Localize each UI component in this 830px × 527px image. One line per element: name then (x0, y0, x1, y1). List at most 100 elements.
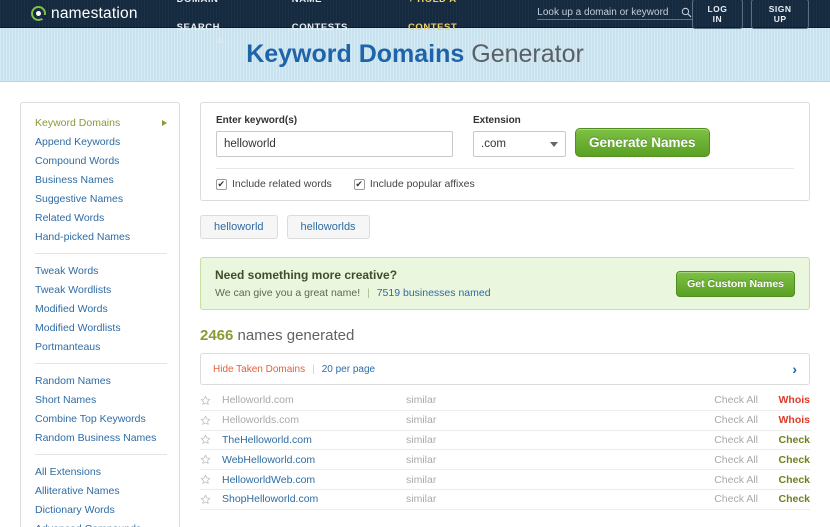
sidebar-item-append-keywords[interactable]: Append Keywords (21, 132, 179, 151)
sidebar-item-label: Modified Words (35, 302, 108, 315)
header-search-input[interactable]: Look up a domain or keyword (537, 7, 668, 18)
sidebar-item-combine-top-keywords[interactable]: Combine Top Keywords (21, 409, 179, 428)
sidebar-item-tweak-wordlists[interactable]: Tweak Wordlists (21, 280, 179, 299)
signup-button[interactable]: SIGN UP (751, 0, 809, 29)
generate-names-button[interactable]: Generate Names (575, 128, 710, 157)
keyword-input[interactable] (216, 131, 453, 157)
promo-stat-link[interactable]: 7519 businesses named (377, 287, 491, 299)
page-title-bold: Keyword Domains (246, 40, 465, 68)
similar-link[interactable]: similar (406, 414, 692, 426)
favorite-star-icon[interactable] (200, 415, 222, 426)
check-link[interactable]: Check (758, 454, 810, 466)
check-all-link[interactable]: Check All (692, 414, 758, 426)
whois-link[interactable]: Whois (758, 414, 811, 426)
domain-name-link[interactable]: Helloworlds.com (222, 414, 406, 426)
promo-text: Need something more creative? We can giv… (215, 268, 491, 299)
nav-name-contests[interactable]: NAME CONTESTS (278, 0, 394, 42)
extension-select[interactable]: .com (473, 131, 566, 157)
favorite-star-icon[interactable] (200, 454, 222, 465)
similar-link[interactable]: similar (406, 454, 692, 466)
sidebar-item-modified-words[interactable]: Modified Words (21, 299, 179, 318)
sidebar-item-label: Suggestive Names (35, 192, 124, 205)
sidebar-item-label: Tweak Wordlists (35, 283, 112, 296)
extension-selected-value: .com (481, 138, 506, 150)
favorite-star-icon[interactable] (200, 434, 222, 445)
sidebar-item-label: Keyword Domains (35, 116, 121, 129)
main-navigation: DOMAIN SEARCH NAME CONTESTS + HOLD A CON… (163, 0, 522, 43)
promo-subtitle-text: We can give you a great name! (215, 287, 361, 299)
sidebar-item-related-words[interactable]: Related Words (21, 208, 179, 227)
expand-chevron-icon[interactable]: › (792, 362, 797, 376)
sidebar-item-label: Hand-picked Names (35, 230, 131, 243)
sidebar-divider (35, 363, 167, 364)
include-related-words-group[interactable]: Include related words (216, 178, 332, 191)
sidebar-item-portmanteaus[interactable]: Portmanteaus (21, 337, 179, 356)
nav-hold-a-contest[interactable]: + HOLD A CONTEST (394, 0, 521, 42)
whois-link[interactable]: Whois (758, 394, 811, 406)
extension-label: Extension (473, 115, 521, 126)
domain-name-link[interactable]: TheHelloworld.com (222, 434, 406, 446)
login-button[interactable]: LOG IN (691, 0, 744, 29)
similar-link[interactable]: similar (406, 394, 692, 406)
sidebar-item-advanced-compounds[interactable]: Advanced Compounds (21, 519, 179, 527)
check-all-link[interactable]: Check All (692, 493, 758, 505)
check-all-link[interactable]: Check All (692, 474, 758, 486)
table-row: Helloworlds.com similar Check All Whois (200, 411, 810, 431)
favorite-star-icon[interactable] (200, 494, 222, 505)
domain-name-link[interactable]: WebHelloworld.com (222, 454, 406, 466)
keyword-label: Enter keyword(s) (216, 115, 298, 126)
sidebar-item-modified-wordlists[interactable]: Modified Wordlists (21, 318, 179, 337)
sidebar-item-label: Random Names (35, 374, 111, 387)
sidebar-item-tweak-words[interactable]: Tweak Words (21, 261, 179, 280)
domain-name-link[interactable]: HelloworldWeb.com (222, 474, 406, 486)
sidebar-item-random-business-names[interactable]: Random Business Names (21, 428, 179, 447)
check-all-link[interactable]: Check All (692, 394, 758, 406)
generator-form-panel: Enter keyword(s) Extension .com Generate… (200, 102, 810, 201)
include-popular-affixes-group[interactable]: Include popular affixes (353, 178, 475, 191)
include-popular-affixes-label: Include popular affixes (369, 178, 475, 190)
chevron-down-icon (550, 141, 558, 147)
sidebar-item-business-names[interactable]: Business Names (21, 170, 179, 189)
sidebar-item-compound-words[interactable]: Compound Words (21, 151, 179, 170)
get-custom-names-button[interactable]: Get Custom Names (676, 270, 795, 297)
promo-subtitle: We can give you a great name! | 7519 bus… (215, 287, 491, 299)
check-all-link[interactable]: Check All (692, 454, 758, 466)
sidebar-item-all-extensions[interactable]: All Extensions (21, 462, 179, 481)
favorite-star-icon[interactable] (200, 395, 222, 406)
check-link[interactable]: Check (758, 434, 810, 446)
results-list: Helloworld.com similar Check All Whois Hello… (200, 391, 810, 510)
similar-link[interactable]: similar (406, 474, 692, 486)
similar-link[interactable]: similar (406, 493, 692, 505)
include-related-words-checkbox[interactable] (216, 178, 227, 191)
favorite-star-icon[interactable] (200, 474, 222, 485)
sidebar-item-keyword-domains[interactable]: Keyword Domains (21, 113, 179, 132)
per-page-link[interactable]: 20 per page (322, 364, 375, 375)
logo-text: namestation (51, 4, 138, 22)
auth-buttons: LOG IN SIGN UP (691, 0, 809, 29)
similar-link[interactable]: similar (406, 434, 692, 446)
include-popular-affixes-checkbox[interactable] (353, 178, 365, 191)
chevron-right-icon (162, 119, 167, 126)
sidebar-item-label: Dictionary Words (35, 503, 115, 516)
domain-name-link[interactable]: ShopHelloworld.com (222, 493, 406, 505)
check-link[interactable]: Check (758, 493, 810, 505)
nav-domain-search-label: DOMAIN SEARCH (176, 0, 221, 33)
keyword-tag[interactable]: helloworlds (286, 215, 370, 239)
domain-name-link[interactable]: Helloworld.com (222, 394, 406, 406)
sidebar-item-alliterative-names[interactable]: Alliterative Names (21, 481, 179, 500)
sidebar-item-random-names[interactable]: Random Names (21, 371, 179, 390)
hide-taken-domains-link[interactable]: Hide Taken Domains (213, 364, 305, 375)
sidebar: Keyword Domains Append Keywords Compound W… (20, 102, 180, 527)
keyword-tag[interactable]: helloworld (200, 215, 278, 239)
nav-domain-search[interactable]: DOMAIN SEARCH (163, 0, 278, 43)
sidebar-item-hand-picked-names[interactable]: Hand-picked Names (21, 227, 179, 246)
header-search[interactable]: Look up a domain or keyword (537, 7, 692, 20)
check-all-link[interactable]: Check All (692, 434, 758, 446)
site-logo[interactable]: namestation (31, 5, 138, 23)
form-divider (216, 168, 794, 169)
sidebar-item-label: All Extensions (35, 465, 101, 478)
sidebar-item-suggestive-names[interactable]: Suggestive Names (21, 189, 179, 208)
check-link[interactable]: Check (758, 474, 810, 486)
sidebar-item-short-names[interactable]: Short Names (21, 390, 179, 409)
sidebar-item-dictionary-words[interactable]: Dictionary Words (21, 500, 179, 519)
